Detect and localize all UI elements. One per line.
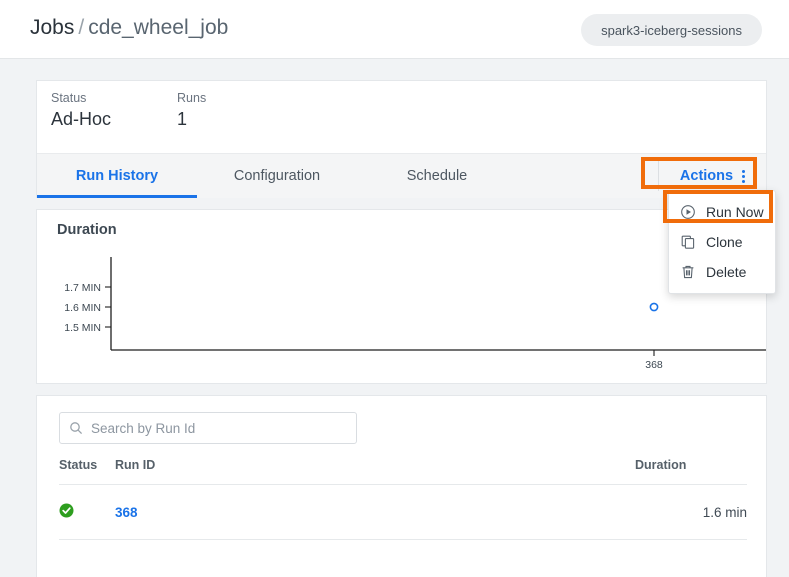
menu-item-run-now[interactable]: Run Now [669, 197, 775, 227]
column-header-duration: Duration [635, 458, 747, 485]
page-header: Jobs/cde_wheel_job spark3-iceberg-sessio… [0, 0, 789, 59]
breadcrumb: Jobs/cde_wheel_job [30, 16, 228, 40]
table-header-row: Status Run ID Duration [59, 458, 747, 485]
stat-runs-label: Runs [177, 91, 206, 105]
app-page: Jobs/cde_wheel_job spark3-iceberg-sessio… [0, 0, 789, 577]
search-box[interactable] [59, 412, 357, 444]
search-input[interactable] [91, 421, 341, 436]
breadcrumb-separator: / [78, 16, 84, 39]
success-check-icon [59, 503, 74, 518]
vertical-dots-icon [742, 170, 745, 183]
menu-item-delete[interactable]: Delete [669, 257, 775, 287]
job-stats: Status Ad-Hoc Runs 1 [51, 91, 272, 130]
tab-schedule[interactable]: Schedule [357, 154, 517, 198]
menu-item-clone-label: Clone [706, 234, 743, 250]
menu-item-clone[interactable]: Clone [669, 227, 775, 257]
duration-chart: 1.7 MIN 1.6 MIN 1.5 MIN 368 [37, 210, 766, 383]
tab-run-history[interactable]: Run History [37, 154, 197, 198]
stat-runs: Runs 1 [177, 91, 206, 130]
tab-configuration[interactable]: Configuration [197, 154, 357, 198]
chart-y-tick-label: 1.6 MIN [64, 302, 101, 314]
menu-item-delete-label: Delete [706, 264, 746, 280]
environment-badge: spark3-iceberg-sessions [581, 14, 762, 46]
search-container [59, 412, 357, 444]
breadcrumb-current-job: cde_wheel_job [88, 16, 228, 39]
duration-chart-svg: 1.7 MIN 1.6 MIN 1.5 MIN 368 [37, 210, 766, 383]
menu-item-run-now-label: Run Now [706, 204, 764, 220]
trash-icon [680, 264, 696, 280]
breadcrumb-jobs-link[interactable]: Jobs [30, 16, 74, 39]
tab-schedule-label: Schedule [407, 168, 467, 184]
stat-status-label: Status [51, 91, 111, 105]
job-summary-card: Status Ad-Hoc Runs 1 Run History Configu… [36, 80, 767, 198]
copy-icon [680, 234, 696, 250]
stat-status: Status Ad-Hoc [51, 91, 111, 130]
stat-runs-value: 1 [177, 109, 206, 130]
chart-data-point[interactable] [650, 303, 657, 310]
cell-run-id: 368 [115, 485, 635, 540]
chart-y-tick-label: 1.5 MIN [64, 322, 101, 334]
run-history-table-card: Status Run ID Duration [36, 395, 767, 577]
play-circle-icon [680, 204, 696, 220]
cell-duration: 1.6 min [635, 485, 747, 540]
actions-dropdown-menu: Run Now Clone Delete [668, 190, 776, 294]
tab-run-history-label: Run History [76, 168, 158, 184]
search-icon [69, 421, 83, 435]
chart-y-tick-label: 1.7 MIN [64, 282, 101, 294]
runs-table-body: 368 1.6 min [59, 485, 747, 540]
runs-table-head: Status Run ID Duration [59, 458, 747, 485]
actions-button-label: Actions [680, 168, 733, 184]
table-row[interactable]: 368 1.6 min [59, 485, 747, 540]
tab-bar: Run History Configuration Schedule Actio… [37, 153, 766, 198]
run-id-link[interactable]: 368 [115, 505, 138, 520]
cell-status [59, 485, 115, 540]
chart-x-tick-label: 368 [645, 359, 663, 371]
duration-chart-card: Duration 1.7 MIN 1.6 MIN 1.5 MIN 368 [36, 209, 767, 384]
tab-bar-spacer [517, 154, 658, 198]
column-header-status: Status [59, 458, 115, 485]
tab-configuration-label: Configuration [234, 168, 320, 184]
stat-status-value: Ad-Hoc [51, 109, 111, 130]
column-header-run-id: Run ID [115, 458, 635, 485]
runs-table: Status Run ID Duration [59, 458, 747, 540]
